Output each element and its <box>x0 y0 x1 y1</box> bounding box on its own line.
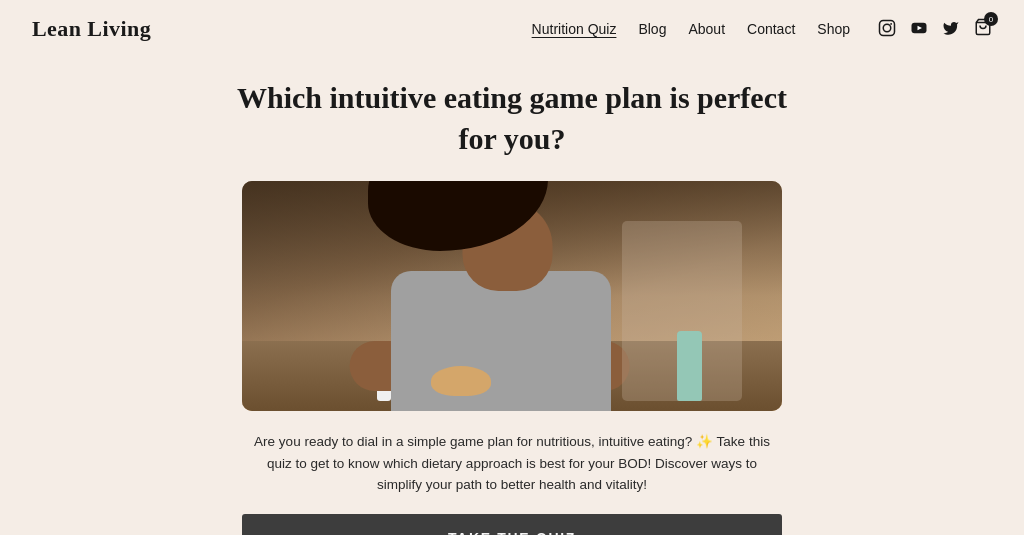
cart-count: 0 <box>984 12 998 26</box>
take-quiz-button[interactable]: TAKE THE QUIZ <box>242 514 782 535</box>
site-logo[interactable]: Lean Living <box>32 16 151 42</box>
nav-item-blog[interactable]: Blog <box>638 20 666 38</box>
hero-image <box>242 181 782 411</box>
nav-item-about[interactable]: About <box>688 20 725 38</box>
youtube-icon[interactable] <box>910 19 928 40</box>
svg-rect-0 <box>880 20 895 35</box>
person-shirt <box>391 271 611 411</box>
description-text: Are you ready to dial in a simple game p… <box>247 431 777 496</box>
svg-point-2 <box>890 22 892 24</box>
nav-item-shop[interactable]: Shop <box>817 20 850 38</box>
right-menu-items <box>622 221 742 401</box>
social-icons: 0 <box>878 18 992 40</box>
nav-right: Nutrition Quiz Blog About Contact Shop <box>532 18 992 40</box>
page-heading: Which intuitive eating game plan is perf… <box>232 78 792 159</box>
svg-point-1 <box>883 24 891 32</box>
food-bowl <box>431 366 491 396</box>
nav-links: Nutrition Quiz Blog About Contact Shop <box>532 20 850 38</box>
instagram-icon[interactable] <box>878 19 896 40</box>
nav-link-contact[interactable]: Contact <box>747 21 795 37</box>
nav-link-about[interactable]: About <box>688 21 725 37</box>
main-content: Which intuitive eating game plan is perf… <box>0 58 1024 535</box>
nav-item-nutrition-quiz[interactable]: Nutrition Quiz <box>532 20 617 38</box>
nav-link-nutrition-quiz[interactable]: Nutrition Quiz <box>532 21 617 37</box>
nav-link-blog[interactable]: Blog <box>638 21 666 37</box>
nav-item-contact[interactable]: Contact <box>747 20 795 38</box>
hero-image-canvas <box>242 181 782 411</box>
nav-link-shop[interactable]: Shop <box>817 21 850 37</box>
cart-icon-wrapper[interactable]: 0 <box>974 18 992 40</box>
navbar: Lean Living Nutrition Quiz Blog About Co… <box>0 0 1024 58</box>
twitter-icon[interactable] <box>942 19 960 40</box>
